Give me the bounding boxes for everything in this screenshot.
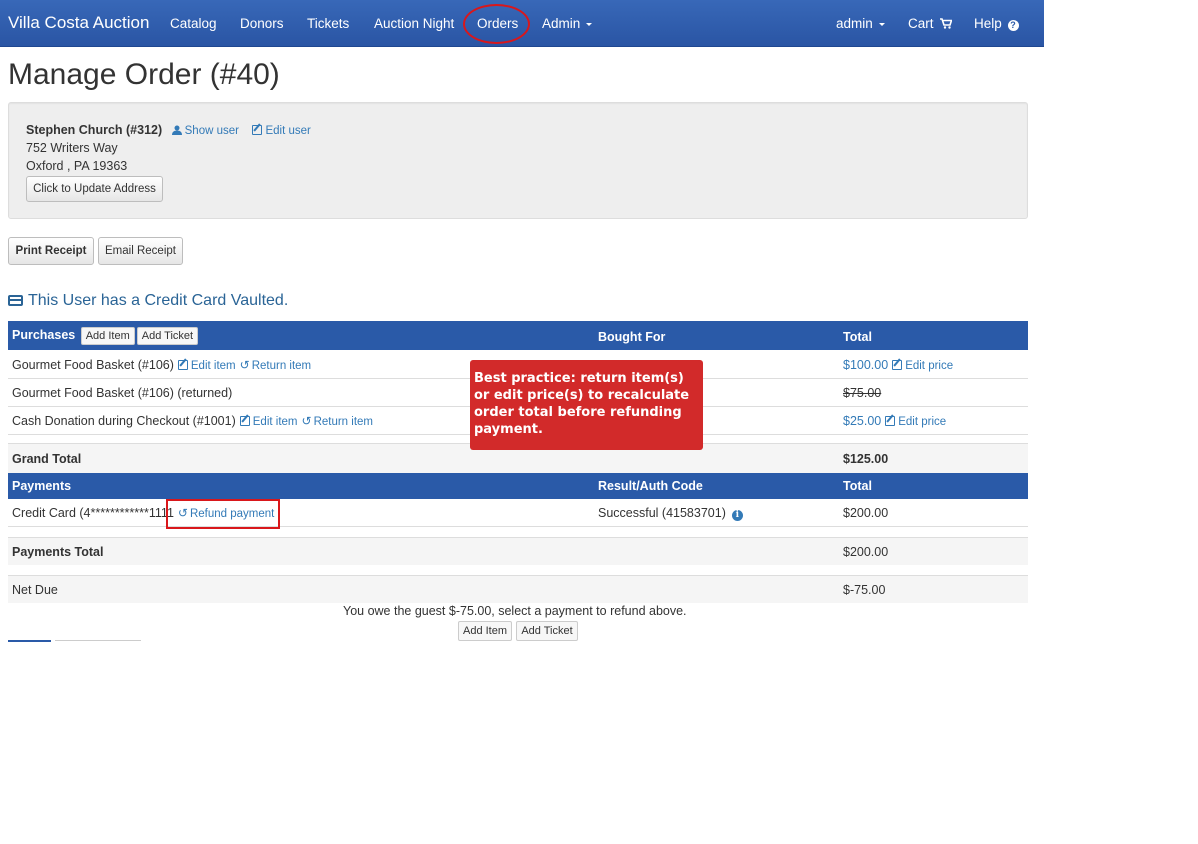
add-ticket-button[interactable]: Add Ticket	[136, 327, 199, 345]
edit-user-label: Edit user	[265, 125, 311, 137]
user-line: Stephen Church (#312) Show user Edit use…	[26, 123, 311, 137]
col-bought-for: Bought For	[598, 330, 666, 344]
return-item-link[interactable]: ↺ Return item	[298, 414, 374, 428]
edit-price-label: Edit price	[905, 360, 954, 372]
info-icon[interactable]: i	[731, 510, 743, 521]
user-name: Stephen Church (#312)	[26, 123, 163, 137]
add-item-button[interactable]: Add Item	[80, 327, 135, 345]
show-user-link[interactable]: Show user	[171, 125, 239, 137]
credit-card-icon	[8, 295, 23, 306]
user-icon	[171, 125, 182, 135]
user-admin-label: admin	[836, 16, 873, 31]
nav-cart[interactable]: Cart	[908, 16, 953, 31]
undo-icon: ↺	[239, 358, 250, 372]
return-item-label: Return item	[313, 416, 373, 428]
col-payment-total: Total	[843, 479, 872, 493]
brand-link[interactable]: Villa Costa Auction	[8, 13, 149, 33]
best-practice-callout: Best practice: return item(s) or edit pr…	[470, 360, 703, 450]
item-total-link[interactable]: $100.00	[843, 358, 888, 372]
edit-item-link[interactable]: Edit item	[174, 360, 236, 372]
item-name: Cash Donation during Checkout (#1001)	[12, 414, 236, 428]
vault-message: This User has a Credit Card Vaulted.	[8, 292, 288, 310]
nav-tickets[interactable]: Tickets	[307, 16, 349, 31]
top-navbar: Villa Costa Auction Catalog Donors Ticke…	[0, 0, 1044, 47]
item-total: $25.00 Edit price	[843, 414, 946, 428]
edit-price-link[interactable]: Edit price	[888, 360, 953, 372]
edit-item-label: Edit item	[190, 360, 236, 372]
col-total: Total	[843, 330, 872, 344]
address-line-1: 752 Writers Way	[26, 141, 118, 155]
owe-message: You owe the guest $-75.00, select a paym…	[343, 604, 687, 618]
nav-donors[interactable]: Donors	[240, 16, 284, 31]
net-due-row: Net Due $-75.00	[8, 575, 1028, 603]
purchases-header: Purchases Add Item Add Ticket Bought For …	[8, 321, 1028, 350]
payments-header: Payments Result/Auth Code Total	[8, 473, 1028, 499]
payment-result: Successful (41583701) i	[598, 506, 743, 521]
nav-auction-night[interactable]: Auction Night	[374, 16, 454, 31]
edit-user-link[interactable]: Edit user	[248, 125, 311, 137]
return-item-link[interactable]: ↺ Return item	[236, 358, 312, 372]
net-due-label: Net Due	[12, 583, 58, 597]
chevron-down-icon	[878, 22, 885, 26]
item-total-link[interactable]: $25.00	[843, 414, 881, 428]
purchases-title: Purchases Add Item Add Ticket	[12, 327, 199, 345]
net-due-value: $-75.00	[843, 583, 886, 597]
item-total: $100.00 Edit price	[843, 358, 953, 372]
tab-stub	[55, 640, 141, 641]
item-total-struck: $75.00	[843, 386, 882, 400]
edit-item-link[interactable]: Edit item	[236, 416, 298, 428]
payments-total-row: Payments Total $200.00	[8, 537, 1028, 565]
nav-catalog[interactable]: Catalog	[170, 16, 217, 31]
payments-title: Payments	[12, 479, 72, 493]
item-name: Gourmet Food Basket (#106) (returned)	[12, 386, 233, 400]
edit-price-link[interactable]: Edit price	[881, 416, 946, 428]
edit-icon	[885, 416, 896, 426]
orders-highlight-annotation	[463, 4, 530, 44]
payment-method-text: Credit Card (4************1111	[12, 506, 174, 520]
edit-icon	[252, 125, 263, 135]
user-admin-menu[interactable]: admin	[836, 16, 885, 31]
edit-item-label: Edit item	[252, 416, 298, 428]
purchases-label: Purchases	[12, 328, 76, 342]
grand-total-value: $125.00	[843, 452, 889, 466]
tab-stub-active	[8, 640, 51, 642]
payment-result-text: Successful (41583701)	[598, 506, 726, 520]
address-line-2: Oxford , PA 19363	[26, 159, 128, 173]
edit-icon	[892, 360, 903, 370]
cart-icon	[940, 18, 953, 29]
nav-admin-menu[interactable]: Admin	[542, 16, 593, 31]
edit-icon	[177, 360, 188, 370]
item-name: Gourmet Food Basket (#106)	[12, 358, 174, 372]
bottom-add-item-button[interactable]: Add Item	[458, 621, 512, 641]
vault-message-text: This User has a Credit Card Vaulted.	[28, 292, 289, 309]
payments-total-label: Payments Total	[12, 545, 104, 559]
question-circle-icon: ?	[1007, 20, 1019, 31]
grand-total-label: Grand Total	[12, 452, 82, 466]
edit-price-label: Edit price	[898, 416, 947, 428]
cart-label: Cart	[908, 16, 934, 31]
bottom-add-ticket-button[interactable]: Add Ticket	[516, 621, 578, 641]
edit-icon	[239, 416, 250, 426]
help-label: Help	[974, 16, 1002, 31]
print-receipt-button[interactable]: Print Receipt	[8, 237, 94, 265]
show-user-label: Show user	[184, 125, 239, 137]
update-address-button[interactable]: Click to Update Address	[26, 176, 163, 202]
undo-icon: ↺	[301, 414, 312, 428]
email-receipt-button[interactable]: Email Receipt	[98, 237, 183, 265]
purchase-item: Cash Donation during Checkout (#1001) Edi…	[12, 414, 373, 428]
nav-help[interactable]: Help ?	[974, 16, 1019, 31]
refund-highlight-annotation	[166, 499, 280, 529]
chevron-down-icon	[586, 22, 593, 26]
purchase-item: Gourmet Food Basket (#106) Edit item ↺ Retu…	[12, 358, 311, 372]
payments-total-value: $200.00	[843, 545, 889, 559]
return-item-label: Return item	[251, 360, 312, 372]
page-title: Manage Order (#40)	[8, 58, 280, 91]
table-row: Credit Card (4************1111 ↺ Refund pa…	[8, 499, 1028, 527]
payment-total: $200.00	[843, 506, 889, 520]
col-result: Result/Auth Code	[598, 479, 703, 493]
user-info-panel: Stephen Church (#312) Show user Edit use…	[8, 102, 1028, 219]
nav-admin-label: Admin	[542, 16, 581, 31]
